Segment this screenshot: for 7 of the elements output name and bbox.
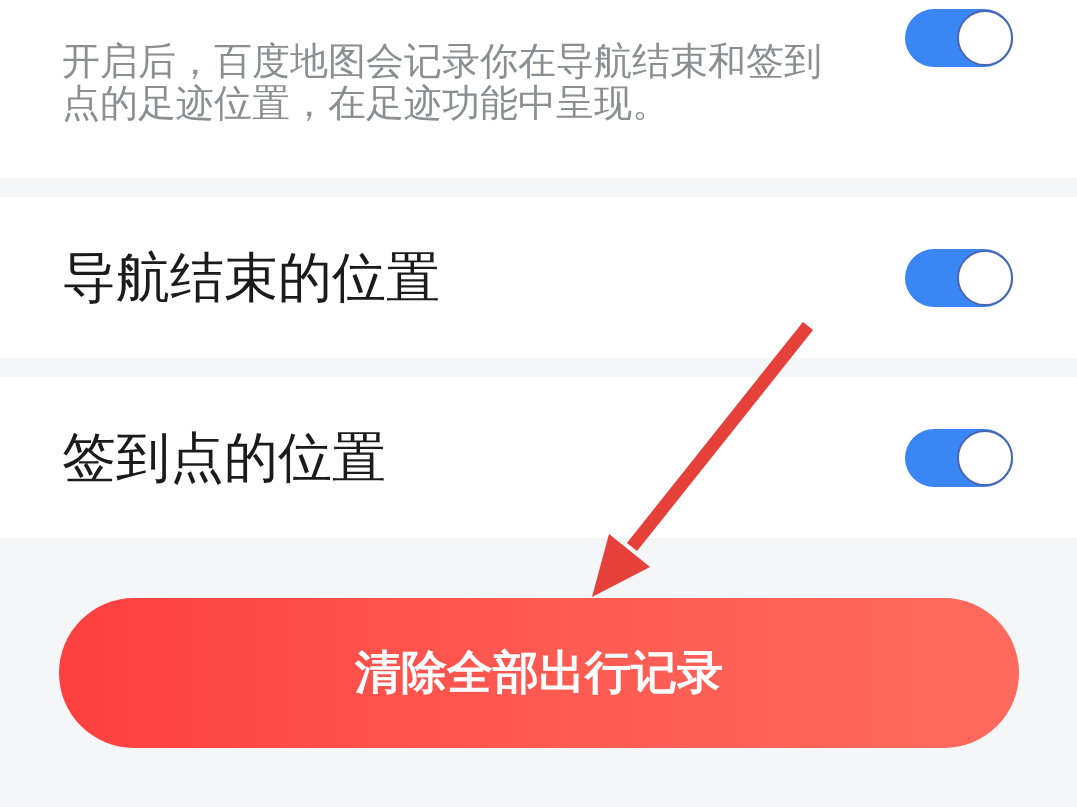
toggle-switch[interactable] [905, 248, 1013, 307]
setting-label: 签到点的位置 [62, 425, 386, 490]
toggle-switch[interactable] [905, 9, 1013, 67]
setting-description: 开启后，百度地图会记录你在导航结束和签到点的足迹位置，在足迹功能中呈现。 [62, 40, 823, 124]
clear-records-button[interactable]: 清除全部出行记录 [58, 598, 1019, 748]
setting-label: 导航结束的位置 [62, 245, 440, 310]
toggle-switch[interactable] [905, 428, 1013, 487]
